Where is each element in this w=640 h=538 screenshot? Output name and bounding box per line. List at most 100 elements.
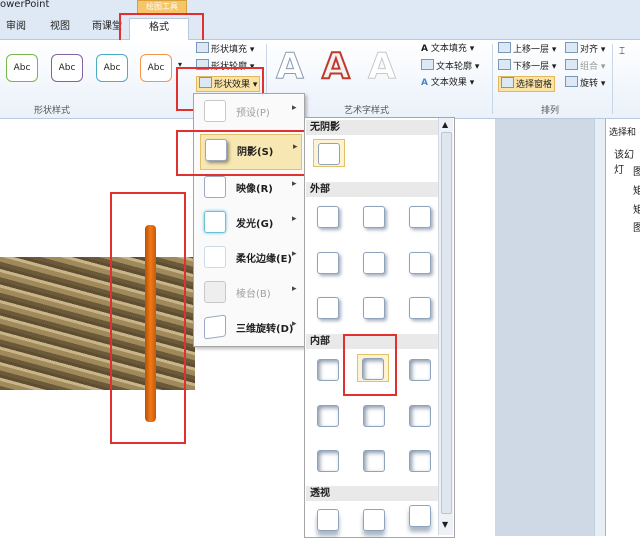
menu-item-reflection[interactable]: 映像(R) ▸ [200, 172, 300, 202]
send-backward-button[interactable]: 下移一层 ▾ [498, 59, 556, 73]
shape-fill-button[interactable]: 形状填充 ▾ [196, 42, 254, 56]
gallery-scrollbar[interactable]: ▲ ▼ [438, 118, 453, 535]
outer-shadow-icon [363, 297, 385, 319]
divider [612, 44, 613, 114]
ribbon: Abc Abc Abc Abc ▾ 形状填充 ▾ 形状轮廓 ▾ 形状效果 ▾ 形… [0, 40, 640, 119]
submenu-arrow-icon: ▸ [292, 319, 297, 329]
menu-item-preset[interactable]: 预设(P) ▸ [200, 96, 300, 126]
outer-shadow-swatch[interactable] [313, 249, 343, 275]
tab-view[interactable]: 视图 [50, 18, 70, 36]
selection-pane-button[interactable]: 选择窗格 [498, 76, 556, 92]
submenu-arrow-icon: ▸ [292, 249, 297, 259]
tab-review[interactable]: 审阅 [6, 18, 26, 36]
no-shadow-swatch[interactable] [313, 139, 345, 167]
outer-shadow-swatch[interactable] [313, 294, 343, 320]
inner-shadow-swatch[interactable] [313, 447, 343, 473]
outer-shadow-swatch[interactable] [313, 203, 343, 229]
text-fill-button[interactable]: A 文本填充 ▾ [421, 42, 474, 56]
scroll-thumb[interactable] [441, 132, 452, 514]
perspective-shadow-swatch[interactable] [359, 506, 389, 532]
divider [492, 44, 493, 114]
inner-shadow-swatch[interactable] [313, 356, 343, 382]
scroll-up-icon[interactable]: ▲ [442, 120, 448, 129]
section-perspective: 透视 [306, 486, 442, 501]
wordart-style-plain-icon[interactable]: A [276, 46, 305, 88]
scroll-down-icon[interactable]: ▼ [442, 520, 448, 529]
app-title: owerPoint [0, 0, 50, 10]
group-button[interactable]: 组合 ▾ [565, 59, 605, 73]
inner-shadow-swatch[interactable] [405, 402, 435, 428]
shape-style-swatch-1[interactable]: Abc [6, 54, 38, 82]
outer-shadow-icon [409, 297, 431, 319]
shape-styles-group-label: 形状样式 [34, 106, 71, 116]
title-bar: owerPoint [0, 0, 640, 13]
soft-edges-icon [204, 246, 226, 268]
rotate-button[interactable]: 旋转 ▾ [565, 76, 605, 90]
wordart-group-label: 艺术字样式 [344, 106, 390, 116]
outer-shadow-icon [409, 206, 431, 228]
inner-shadow-icon [363, 450, 385, 472]
size-icon[interactable]: ⌶ [619, 46, 625, 57]
outer-shadow-swatch[interactable] [359, 203, 389, 229]
menu-item-soft-edges[interactable]: 柔化边缘(E) ▸ [200, 242, 300, 272]
align-icon [565, 42, 578, 53]
arrange-group-label: 排列 [541, 106, 560, 116]
selection-item[interactable]: 图 [633, 163, 640, 178]
text-effects-button[interactable]: A 文本效果 ▾ [421, 76, 474, 90]
perspective-shadow-swatch[interactable] [405, 502, 435, 528]
no-shadow-icon [318, 143, 340, 165]
fill-bucket-icon [196, 42, 209, 53]
inner-shadow-swatch[interactable] [313, 402, 343, 428]
shape-style-swatch-4[interactable]: Abc [140, 54, 172, 82]
inner-shadow-icon [363, 405, 385, 427]
align-button[interactable]: 对齐 ▾ [565, 42, 605, 56]
menu-item-glow[interactable]: 发光(G) ▸ [200, 207, 300, 237]
wordart-style-red-icon[interactable]: A [321, 45, 351, 88]
inner-shadow-swatch[interactable] [359, 447, 389, 473]
highlight-cylinder [110, 192, 186, 444]
inner-shadow-swatch[interactable] [405, 356, 435, 382]
text-outline-button[interactable]: 文本轮廓 ▾ [421, 59, 479, 73]
bevel-icon [204, 281, 226, 303]
outer-shadow-icon [363, 252, 385, 274]
selection-item[interactable]: 矩 [633, 201, 640, 216]
outer-shadow-swatch[interactable] [359, 294, 389, 320]
submenu-arrow-icon: ▸ [292, 214, 297, 224]
outer-shadow-icon [409, 252, 431, 274]
perspective-shadow-swatch[interactable] [313, 506, 343, 532]
menu-item-bevel[interactable]: 棱台(B) ▸ [200, 277, 300, 307]
menu-item-3d-rotation[interactable]: 三维旋转(D) ▸ [200, 312, 300, 342]
selection-pane-header: 选择和 [609, 128, 637, 138]
workspace-background [495, 119, 595, 536]
highlight-shadow-item [176, 130, 316, 176]
outer-shadow-icon [363, 206, 385, 228]
inner-shadow-swatch[interactable] [359, 402, 389, 428]
wordart-style-light-icon[interactable]: A [368, 46, 397, 88]
context-tab-label: 绘图工具 [137, 0, 187, 14]
selection-pane: 选择和 该幻灯 图 矩 矩 图 [605, 119, 640, 536]
outer-shadow-swatch[interactable] [359, 249, 389, 275]
text-effects-icon: A [421, 78, 428, 88]
perspective-shadow-icon [409, 505, 431, 527]
submenu-arrow-icon: ▸ [292, 179, 297, 189]
section-outer: 外部 [306, 182, 442, 197]
shape-style-swatch-2[interactable]: Abc [51, 54, 83, 82]
outer-shadow-swatch[interactable] [405, 249, 435, 275]
shape-style-swatch-3[interactable]: Abc [96, 54, 128, 82]
outer-shadow-swatch[interactable] [405, 294, 435, 320]
selection-pane-icon [501, 77, 514, 88]
3d-rotation-icon [204, 314, 226, 340]
submenu-arrow-icon: ▸ [292, 284, 297, 294]
inner-shadow-swatch[interactable] [405, 447, 435, 473]
selection-item[interactable]: 图 [633, 219, 640, 234]
glow-icon [204, 211, 226, 233]
tab-rain-classroom[interactable]: 雨课堂 [92, 18, 122, 36]
selection-item[interactable]: 矩 [633, 182, 640, 197]
outer-shadow-icon [317, 206, 339, 228]
outer-shadow-swatch[interactable] [405, 203, 435, 229]
inner-shadow-icon [409, 450, 431, 472]
preset-icon [204, 100, 226, 122]
perspective-shadow-icon [317, 509, 339, 531]
bring-forward-button[interactable]: 上移一层 ▾ [498, 42, 556, 56]
rotate-icon [565, 76, 578, 87]
